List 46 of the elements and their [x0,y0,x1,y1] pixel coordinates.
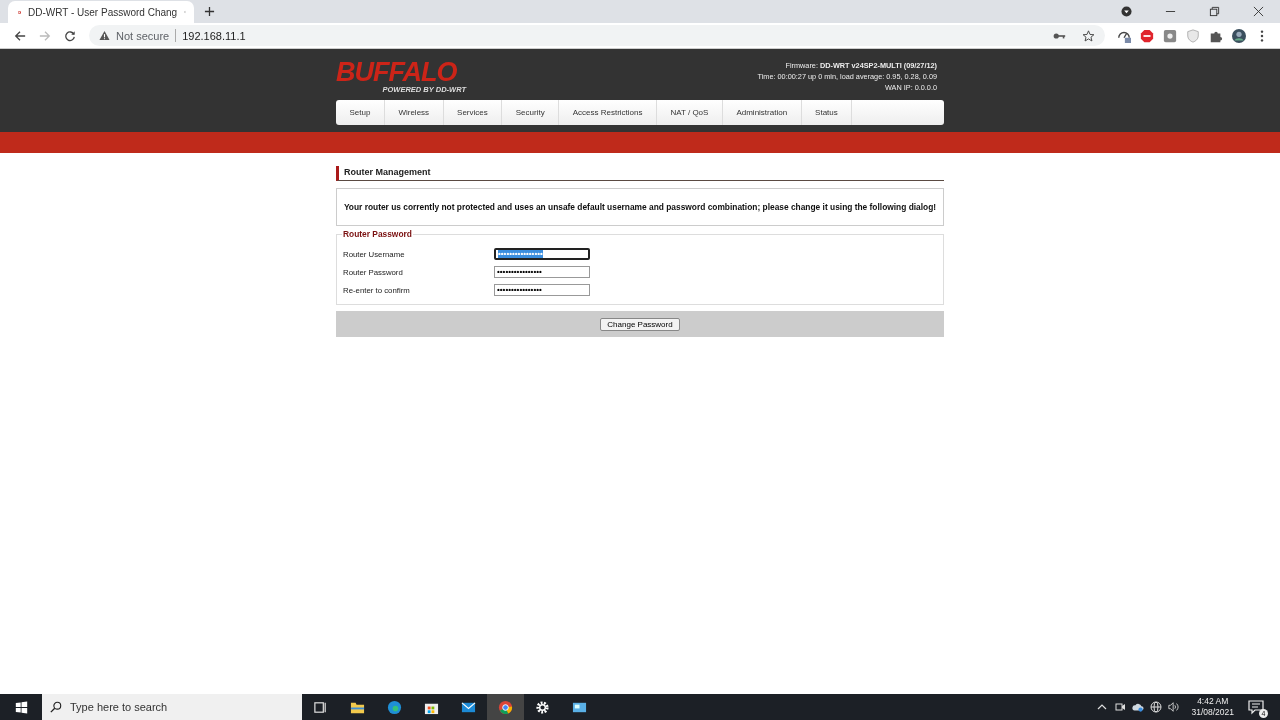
search-placeholder: Type here to search [70,701,168,713]
change-password-button[interactable]: Change Password [600,317,680,331]
password-field[interactable]: •••••••••••••••• [494,284,590,296]
cloud-icon[interactable] [1132,701,1145,713]
mail-icon[interactable] [461,699,476,715]
warning-icon [99,30,110,41]
meet-icon[interactable] [1114,701,1127,713]
back-icon[interactable] [14,29,26,42]
search-icon [50,701,62,713]
new-tab-icon[interactable] [204,6,215,17]
edge-browser-icon[interactable] [387,699,402,715]
clock-date: 31/08/2021 [1191,707,1234,718]
notification-icon[interactable] [1248,699,1264,715]
menu-tab[interactable]: Administration [722,100,802,125]
section-title: Router Management [336,166,944,181]
menu-tab[interactable]: NAT / QoS [656,100,723,125]
fieldset-legend: Router Password [342,229,413,239]
windows-start-icon[interactable] [15,700,28,714]
warning-message: Your router us corrently not protected and uses an unsafe default username and password combination; please change it using the following dialog! [336,188,944,226]
password-field[interactable]: •••••••••••••••• [494,266,590,278]
clock-time: 4:42 AM [1197,696,1229,707]
security-label: Not secure [116,29,170,42]
menu-tab[interactable]: Services [443,100,503,125]
taskbar-search-field[interactable]: Type here to search [42,694,302,720]
chrome-icon[interactable] [498,699,513,715]
url-text: 192.168.11.1 [182,29,246,42]
settings-icon[interactable] [535,699,550,715]
speaker-icon[interactable] [1168,701,1181,713]
profile-dropdown-icon[interactable] [1121,6,1132,17]
logo: BUFFALO [336,59,457,85]
menu-tab[interactable]: Setup [336,100,385,125]
browser-tab[interactable]: DD-WRT - User Password Chang [8,1,194,23]
task-view-icon[interactable] [313,699,328,715]
reload-icon[interactable] [64,29,76,42]
menu-tab[interactable]: Status [801,100,853,125]
avatar-icon[interactable] [1232,28,1246,43]
globe-icon[interactable] [1150,701,1163,713]
address-bar[interactable]: Not secure 192.168.11.1 [89,25,1105,46]
menu-tab[interactable]: Access Restrictions [559,100,657,125]
menu-tab[interactable]: Wireless [384,100,444,125]
menu-tab[interactable]: Security [502,100,560,125]
star-icon[interactable] [1082,29,1095,42]
tab-title: DD-WRT - User Password Chang [28,6,178,18]
stop-sign-icon[interactable] [1140,28,1154,43]
restore-icon[interactable] [1209,6,1220,17]
extension-icon[interactable] [1163,28,1177,43]
